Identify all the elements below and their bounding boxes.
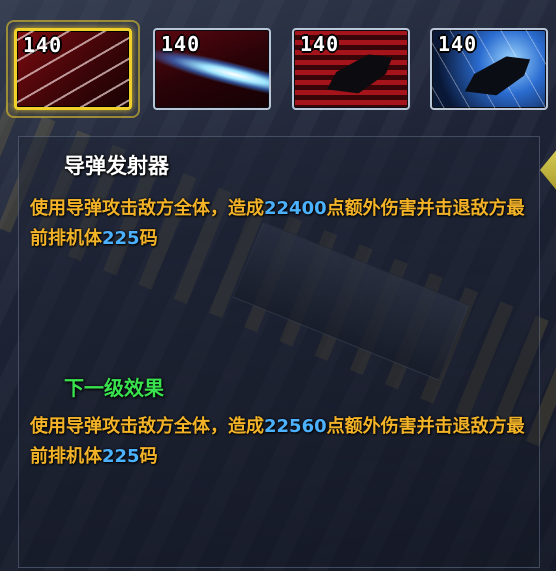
skill-slot-laser[interactable]: 140: [153, 28, 271, 110]
damage-value: 22560: [264, 416, 327, 437]
knockback-value: 225: [102, 446, 140, 467]
skill-level-label: 140: [161, 32, 201, 56]
skill-level-label: 140: [438, 32, 478, 56]
skill-level-label: 140: [23, 33, 63, 57]
skill-selector: 140 140 140 140: [0, 0, 556, 120]
skill-slot-fighter-blue[interactable]: 140: [430, 28, 548, 110]
damage-value: 22400: [264, 198, 327, 219]
skill-slot-missile-launcher[interactable]: 140: [14, 28, 132, 110]
skill-title: 导弹发射器: [64, 154, 169, 178]
next-level-label: 下一级效果: [64, 376, 164, 400]
desc-text: 码: [139, 228, 158, 249]
desc-text: 使用导弹攻击敌方全体，造成: [30, 198, 264, 219]
skill-slot-fighter-red[interactable]: 140: [292, 28, 410, 110]
skill-level-label: 140: [300, 32, 340, 56]
knockback-value: 225: [102, 228, 140, 249]
desc-text: 码: [139, 446, 158, 467]
skill-next-description: 使用导弹攻击敌方全体，造成22560点额外伤害并击退敌方最前排机体225码: [30, 412, 530, 472]
skill-current-description: 使用导弹攻击敌方全体，造成22400点额外伤害并击退敌方最前排机体225码: [30, 194, 530, 254]
desc-text: 使用导弹攻击敌方全体，造成: [30, 416, 264, 437]
